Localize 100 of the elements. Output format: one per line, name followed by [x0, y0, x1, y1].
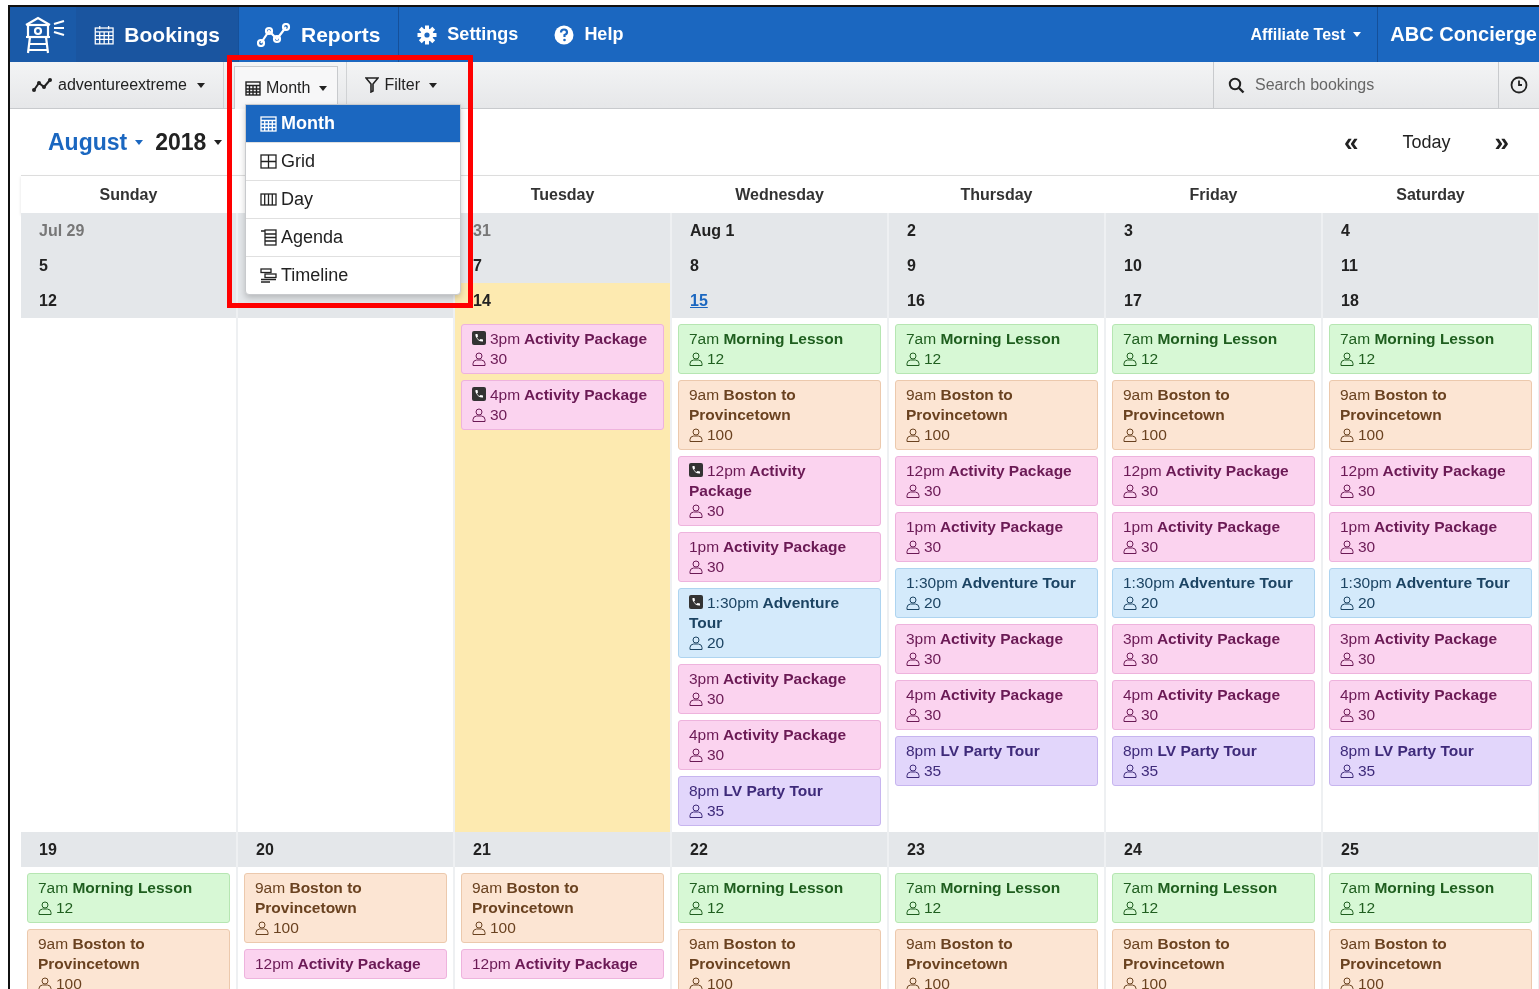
booking-card[interactable]: 9am Boston to Provincetown 100: [461, 873, 664, 943]
guest-count: 100: [490, 918, 516, 938]
nav-tab[interactable]: Bookings: [76, 7, 239, 62]
guest-count: 35: [1141, 761, 1159, 781]
booking-card[interactable]: 7am Morning Lesson 12: [678, 324, 881, 374]
weekday-header: Friday: [1188, 185, 1239, 204]
booking-card[interactable]: 12pm Activity Package: [244, 949, 447, 979]
booking-title: 4pm Activity Package: [906, 686, 1064, 703]
guest-count: 100: [1358, 974, 1384, 989]
booking-card[interactable]: 9am Boston to Provincetown 100: [244, 873, 447, 943]
booking-card[interactable]: 4pm Activity Package 30: [1329, 680, 1532, 730]
weekday-header: Wednesday: [734, 185, 825, 204]
booking-title: 3pm Activity Package: [1340, 630, 1498, 647]
booking-card[interactable]: 9am Boston to Provincetown 100: [1112, 380, 1315, 450]
booking-card[interactable]: 9am Boston to Provincetown 100: [895, 929, 1098, 989]
booking-card[interactable]: 8pm LV Party Tour 35: [895, 736, 1098, 786]
site-selector[interactable]: adventureextreme: [10, 62, 224, 108]
booking-title: 9am Boston to Provincetown: [1340, 935, 1447, 972]
booking-title: 12pm Activity Package: [255, 955, 421, 972]
date-link[interactable]: 15: [690, 291, 708, 310]
booking-card[interactable]: 9am Boston to Provincetown 100: [678, 380, 881, 450]
booking-title: 1pm Activity Package: [1340, 518, 1498, 535]
menu-item[interactable]: Timeline: [246, 256, 460, 294]
date-number: Jul 29: [39, 221, 85, 240]
columns-icon: [260, 191, 277, 208]
next-button[interactable]: »: [1484, 126, 1519, 158]
booking-card[interactable]: 3pm Activity Package 30: [895, 624, 1098, 674]
booking-card[interactable]: 7am Morning Lesson 12: [1112, 873, 1315, 923]
booking-card[interactable]: 4pm Activity Package 30: [461, 380, 664, 430]
booking-card[interactable]: 1pm Activity Package 30: [678, 532, 881, 582]
date-number: 12: [39, 291, 57, 310]
booking-card[interactable]: 9am Boston to Provincetown 100: [895, 380, 1098, 450]
menu-item[interactable]: Grid: [246, 142, 460, 180]
person-icon: [1123, 484, 1137, 498]
year-selector[interactable]: 2018: [155, 128, 223, 156]
booking-card[interactable]: 1:30pm Adventure Tour 20: [1329, 568, 1532, 618]
booking-card[interactable]: 12pm Activity Package 30: [895, 456, 1098, 506]
booking-card[interactable]: 9am Boston to Provincetown 100: [1112, 929, 1315, 989]
person-icon: [472, 352, 486, 366]
booking-card[interactable]: 7am Morning Lesson 12: [895, 873, 1098, 923]
booking-card[interactable]: 1pm Activity Package 30: [1329, 512, 1532, 562]
booking-card[interactable]: 8pm LV Party Tour 35: [1329, 736, 1532, 786]
booking-card[interactable]: 1:30pm Adventure Tour 20: [678, 588, 881, 658]
today-button[interactable]: Today: [1368, 131, 1485, 153]
previous-button[interactable]: «: [1334, 126, 1369, 158]
booking-title: 1pm Activity Package: [689, 538, 847, 555]
booking-card[interactable]: 12pm Activity Package 30: [678, 456, 881, 526]
booking-card[interactable]: 3pm Activity Package 30: [1329, 624, 1532, 674]
person-icon: [689, 804, 703, 818]
booking-title: 9am Boston to Provincetown: [38, 935, 145, 972]
booking-card[interactable]: 1:30pm Adventure Tour 20: [1112, 568, 1315, 618]
date-number: 3: [1124, 221, 1133, 240]
person-icon: [689, 352, 703, 366]
booking-card[interactable]: 1:30pm Adventure Tour 20: [895, 568, 1098, 618]
nav-tab[interactable]: Help: [536, 7, 642, 62]
weekday-header: Sunday: [98, 185, 159, 204]
booking-card[interactable]: 3pm Activity Package 30: [678, 664, 881, 714]
booking-card[interactable]: 4pm Activity Package 30: [1112, 680, 1315, 730]
booking-card[interactable]: 1pm Activity Package 30: [1112, 512, 1315, 562]
clock-icon: [1510, 76, 1528, 94]
booking-card[interactable]: 7am Morning Lesson 12: [678, 873, 881, 923]
booking-card[interactable]: 9am Boston to Provincetown 100: [27, 929, 230, 989]
guest-count: 12: [707, 898, 725, 918]
booking-card[interactable]: 7am Morning Lesson 12: [1329, 324, 1532, 374]
date-number: 20: [256, 840, 274, 859]
search-field[interactable]: Search bookings: [1253, 75, 1477, 95]
booking-card[interactable]: 7am Morning Lesson 12: [1329, 873, 1532, 923]
booking-card[interactable]: 3pm Activity Package 30: [461, 324, 664, 374]
menu-item[interactable]: Month: [246, 105, 460, 142]
nav-tab[interactable]: Settings: [399, 7, 537, 62]
help-icon: [554, 24, 575, 45]
booking-title: 7am Morning Lesson: [689, 330, 844, 347]
date-number: 25: [1341, 840, 1359, 859]
booking-card[interactable]: 7am Morning Lesson 12: [27, 873, 230, 923]
grid-icon: [260, 153, 277, 170]
booking-card[interactable]: 7am Morning Lesson 12: [1112, 324, 1315, 374]
booking-card[interactable]: 1pm Activity Package 30: [895, 512, 1098, 562]
booking-card[interactable]: 4pm Activity Package 30: [895, 680, 1098, 730]
booking-title: 9am Boston to Provincetown: [689, 386, 796, 423]
booking-card[interactable]: 12pm Activity Package 30: [1112, 456, 1315, 506]
menu-item[interactable]: Agenda: [246, 218, 460, 256]
guest-count: 12: [924, 898, 942, 918]
booking-card[interactable]: 3pm Activity Package 30: [1112, 624, 1315, 674]
booking-card[interactable]: 9am Boston to Provincetown 100: [1329, 380, 1532, 450]
booking-card[interactable]: 12pm Activity Package: [461, 949, 664, 979]
booking-card[interactable]: 9am Boston to Provincetown 100: [678, 929, 881, 989]
month-selector[interactable]: August: [48, 128, 144, 156]
booking-card[interactable]: 12pm Activity Package 30: [1329, 456, 1532, 506]
booking-title: 9am Boston to Provincetown: [1123, 935, 1230, 972]
caret-icon: [1353, 32, 1362, 37]
booking-title: 12pm Activity Package: [689, 462, 806, 499]
person-icon: [1123, 708, 1137, 722]
menu-item[interactable]: Day: [246, 180, 460, 218]
guest-count: 30: [1141, 705, 1159, 725]
booking-card[interactable]: 9am Boston to Provincetown 100: [1329, 929, 1532, 989]
booking-card[interactable]: 7am Morning Lesson 12: [895, 324, 1098, 374]
booking-card[interactable]: 8pm LV Party Tour 35: [1112, 736, 1315, 786]
booking-card[interactable]: 8pm LV Party Tour 35: [678, 776, 881, 826]
search-icon: [1228, 76, 1245, 94]
booking-card[interactable]: 4pm Activity Package 30: [678, 720, 881, 770]
